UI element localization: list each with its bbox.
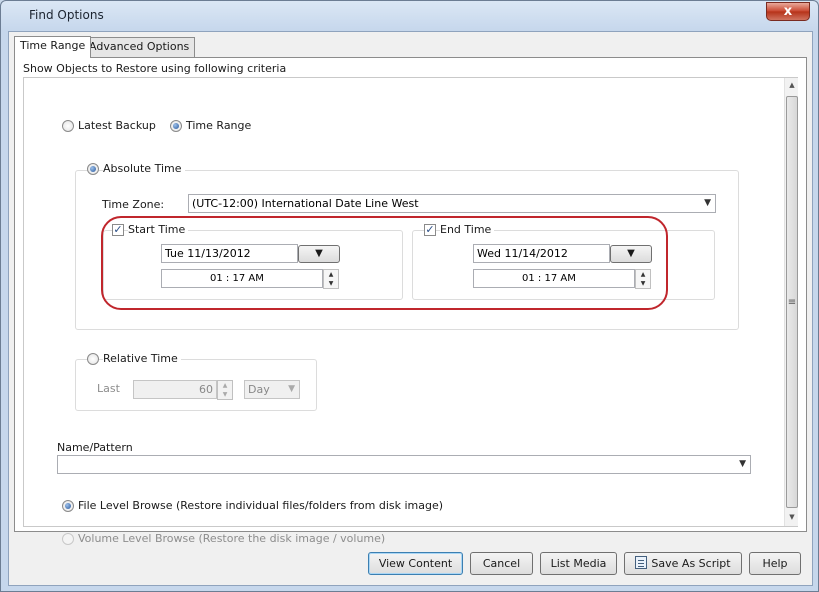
view-content-button[interactable]: View Content — [368, 552, 463, 575]
help-button[interactable]: Help — [749, 552, 801, 575]
latest-backup-radio[interactable] — [62, 120, 74, 132]
save-as-script-button[interactable]: Save As Script — [624, 552, 742, 575]
time-range-panel: Show Objects to Restore using following … — [14, 57, 807, 545]
scroll-up-icon[interactable]: ▲ — [785, 78, 799, 93]
close-button[interactable]: x — [766, 2, 810, 21]
cancel-button[interactable]: Cancel — [470, 552, 533, 575]
name-pattern-label: Name/Pattern — [57, 441, 133, 454]
time-range-radio[interactable] — [170, 120, 182, 132]
relative-unit-value: Day — [248, 383, 270, 396]
time-zone-label: Time Zone: — [102, 198, 165, 211]
spinner-up-icon[interactable]: ▲ — [218, 381, 232, 390]
name-pattern-combo[interactable]: ▼ — [57, 455, 751, 474]
window-title: Find Options — [29, 8, 104, 22]
relative-unit-select[interactable]: Day ▼ — [244, 380, 300, 399]
find-options-window: Find Options x Time Range Advanced Optio… — [0, 0, 819, 592]
criteria-content: Latest Backup Time Range Absolute Time T… — [24, 78, 782, 545]
scroll-down-icon[interactable]: ▼ — [785, 510, 799, 525]
last-value-field[interactable]: 60 — [133, 380, 217, 399]
file-level-browse-label: File Level Browse (Restore individual fi… — [78, 499, 444, 512]
highlight-annotation — [101, 216, 668, 310]
latest-backup-label: Latest Backup — [78, 119, 156, 132]
tab-time-range[interactable]: Time Range — [14, 36, 92, 58]
script-icon — [635, 556, 648, 569]
spinner-down-icon[interactable]: ▼ — [218, 390, 232, 399]
last-label: Last — [97, 382, 120, 395]
title-bar: Find Options x — [1, 1, 818, 31]
scrollbar-thumb[interactable]: ≡ — [786, 96, 798, 508]
vertical-scrollbar[interactable]: ▲ ≡ ▼ — [784, 78, 798, 526]
absolute-time-label: Absolute Time — [103, 162, 185, 175]
criteria-frame: Latest Backup Time Range Absolute Time T… — [23, 77, 798, 545]
relative-time-radio[interactable] — [87, 353, 99, 365]
volume-level-browse-label: Volume Level Browse (Restore the disk im… — [78, 532, 386, 545]
file-level-browse-radio[interactable] — [62, 500, 74, 512]
dialog-body: Time Range Advanced Options Show Objects… — [8, 31, 813, 586]
criteria-label: Show Objects to Restore using following … — [23, 62, 287, 75]
chevron-down-icon[interactable]: ▼ — [288, 381, 295, 398]
last-value-spinner[interactable]: ▲ ▼ — [217, 380, 233, 400]
tab-advanced-options[interactable]: Advanced Options — [83, 37, 196, 57]
chevron-down-icon[interactable]: ▼ — [704, 195, 711, 212]
volume-level-browse-radio[interactable] — [62, 533, 74, 545]
time-zone-value: (UTC-12:00) International Date Line West — [192, 197, 419, 210]
chevron-down-icon[interactable]: ▼ — [739, 456, 746, 473]
relative-time-label: Relative Time — [103, 352, 181, 365]
time-zone-select[interactable]: (UTC-12:00) International Date Line West… — [188, 194, 716, 213]
time-range-label: Time Range — [186, 119, 252, 132]
save-as-script-label: Save As Script — [651, 557, 731, 570]
absolute-time-radio[interactable] — [87, 163, 99, 175]
list-media-button[interactable]: List Media — [540, 552, 617, 575]
